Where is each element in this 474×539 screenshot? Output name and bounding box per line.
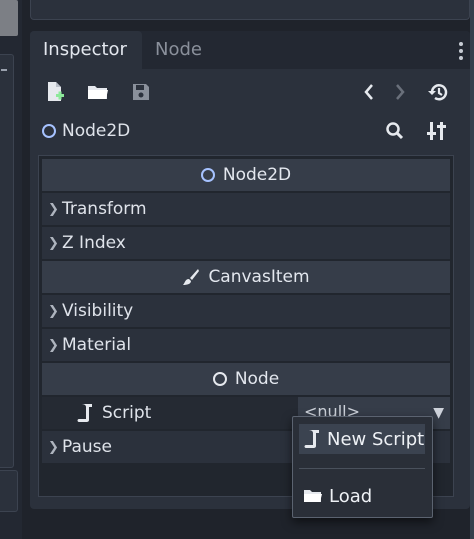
brush-icon [183,269,200,285]
history-icon[interactable] [425,79,451,105]
group-transform[interactable]: ❯ Transform [42,193,450,225]
object-name: Node2D [62,121,131,141]
group-z-index[interactable]: ❯ Z Index [42,227,450,259]
script-popup-menu: New Script Load [292,416,433,518]
editor-root: Inspector Node Node2D Node2D ❯ Transform… [0,0,474,539]
chevron-down-icon[interactable]: ▼ [433,397,444,429]
right-edge-divider [470,0,474,539]
group-material[interactable]: ❯ Material [42,329,450,361]
chevron-right-icon: ❯ [48,439,59,455]
section-node: Node [42,363,450,395]
chevron-right-icon: ❯ [48,337,59,353]
left-dock-panel [0,54,14,468]
section-node2d: Node2D [42,159,450,191]
new-resource-icon[interactable] [42,79,68,105]
chevron-right-icon: ❯ [48,303,59,319]
menu-separator [299,468,425,469]
node2d-icon [200,168,215,182]
top-dock-edge [30,0,470,20]
back-icon[interactable] [356,79,382,105]
search-icon[interactable] [382,118,408,144]
script-icon [304,430,319,448]
save-icon [128,79,154,105]
group-visibility[interactable]: ❯ Visibility [42,295,450,327]
viewport-thumbnail [0,0,18,36]
node2d-icon [42,124,56,138]
section-canvasitem: CanvasItem [42,261,450,293]
tab-inspector[interactable]: Inspector [30,31,142,69]
menu-item-new-script[interactable]: New Script [299,424,425,454]
load-icon[interactable] [85,79,111,105]
chevron-right-icon: ❯ [48,235,59,251]
script-label: Script [102,403,152,423]
folder-icon [304,490,322,502]
dock-menu-icon[interactable] [456,40,466,62]
object-path[interactable]: Node2D [42,118,130,144]
object-settings-icon[interactable] [424,118,450,144]
menu-item-load[interactable]: Load [299,481,425,511]
node-icon [212,372,227,386]
dock-tab-bar: Inspector Node [30,31,470,69]
script-icon [77,404,92,422]
forward-icon [387,79,413,105]
left-dock-edge [0,0,22,539]
chevron-right-icon: ❯ [48,201,59,217]
tab-node[interactable]: Node [142,31,215,69]
left-dock-lower-panel [0,470,18,512]
